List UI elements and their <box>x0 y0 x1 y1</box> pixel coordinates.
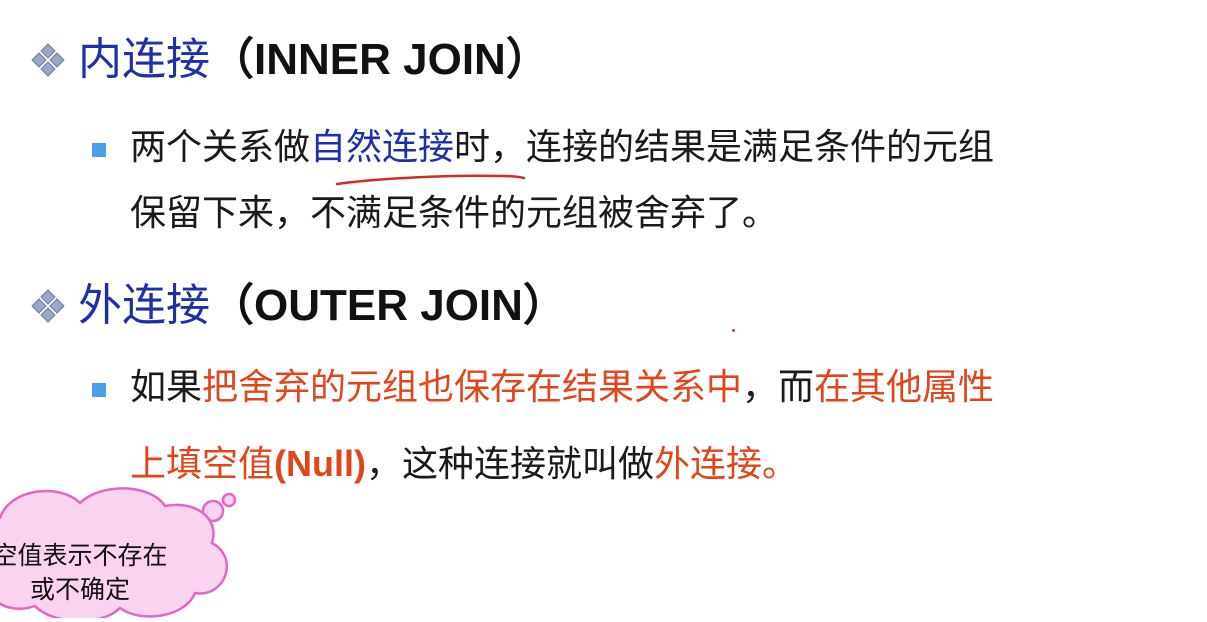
text-segment: ，而 <box>742 367 815 408</box>
red-dot-mark <box>732 329 735 332</box>
text-segment: 如果 <box>130 367 203 408</box>
callout-line2: 或不确定 <box>29 575 130 604</box>
callout-line1: 空值表示不存在 <box>0 541 168 570</box>
heading-cn: 外连接 <box>78 280 210 331</box>
outer-join-desc-line1: 如果把舍弃的元组也保存在结果关系中，而在其他属性 <box>130 370 994 406</box>
square-bullet-icon <box>92 383 106 397</box>
slide: 内连接 （INNER JOIN） 两个关系做自然连接时，连接的结果是满足条件的元… <box>0 0 1207 622</box>
text-segment: ，这种连接就叫做 <box>365 444 654 485</box>
cloud-callout: 空值表示不存在 或不确定 <box>0 478 245 622</box>
emphasis-text: 在其他属性 <box>814 367 995 408</box>
outer-join-term: 外连接。 <box>654 444 799 485</box>
heading-en: （OUTER JOIN） <box>210 281 567 330</box>
heading-outer-join: 外连接 （OUTER JOIN） <box>28 284 567 328</box>
null-keyword: (Null) <box>274 443 366 484</box>
diamond-bullet-icon <box>31 289 65 323</box>
emphasis-text: 把舍弃的元组也保存在结果关系中 <box>202 367 743 408</box>
